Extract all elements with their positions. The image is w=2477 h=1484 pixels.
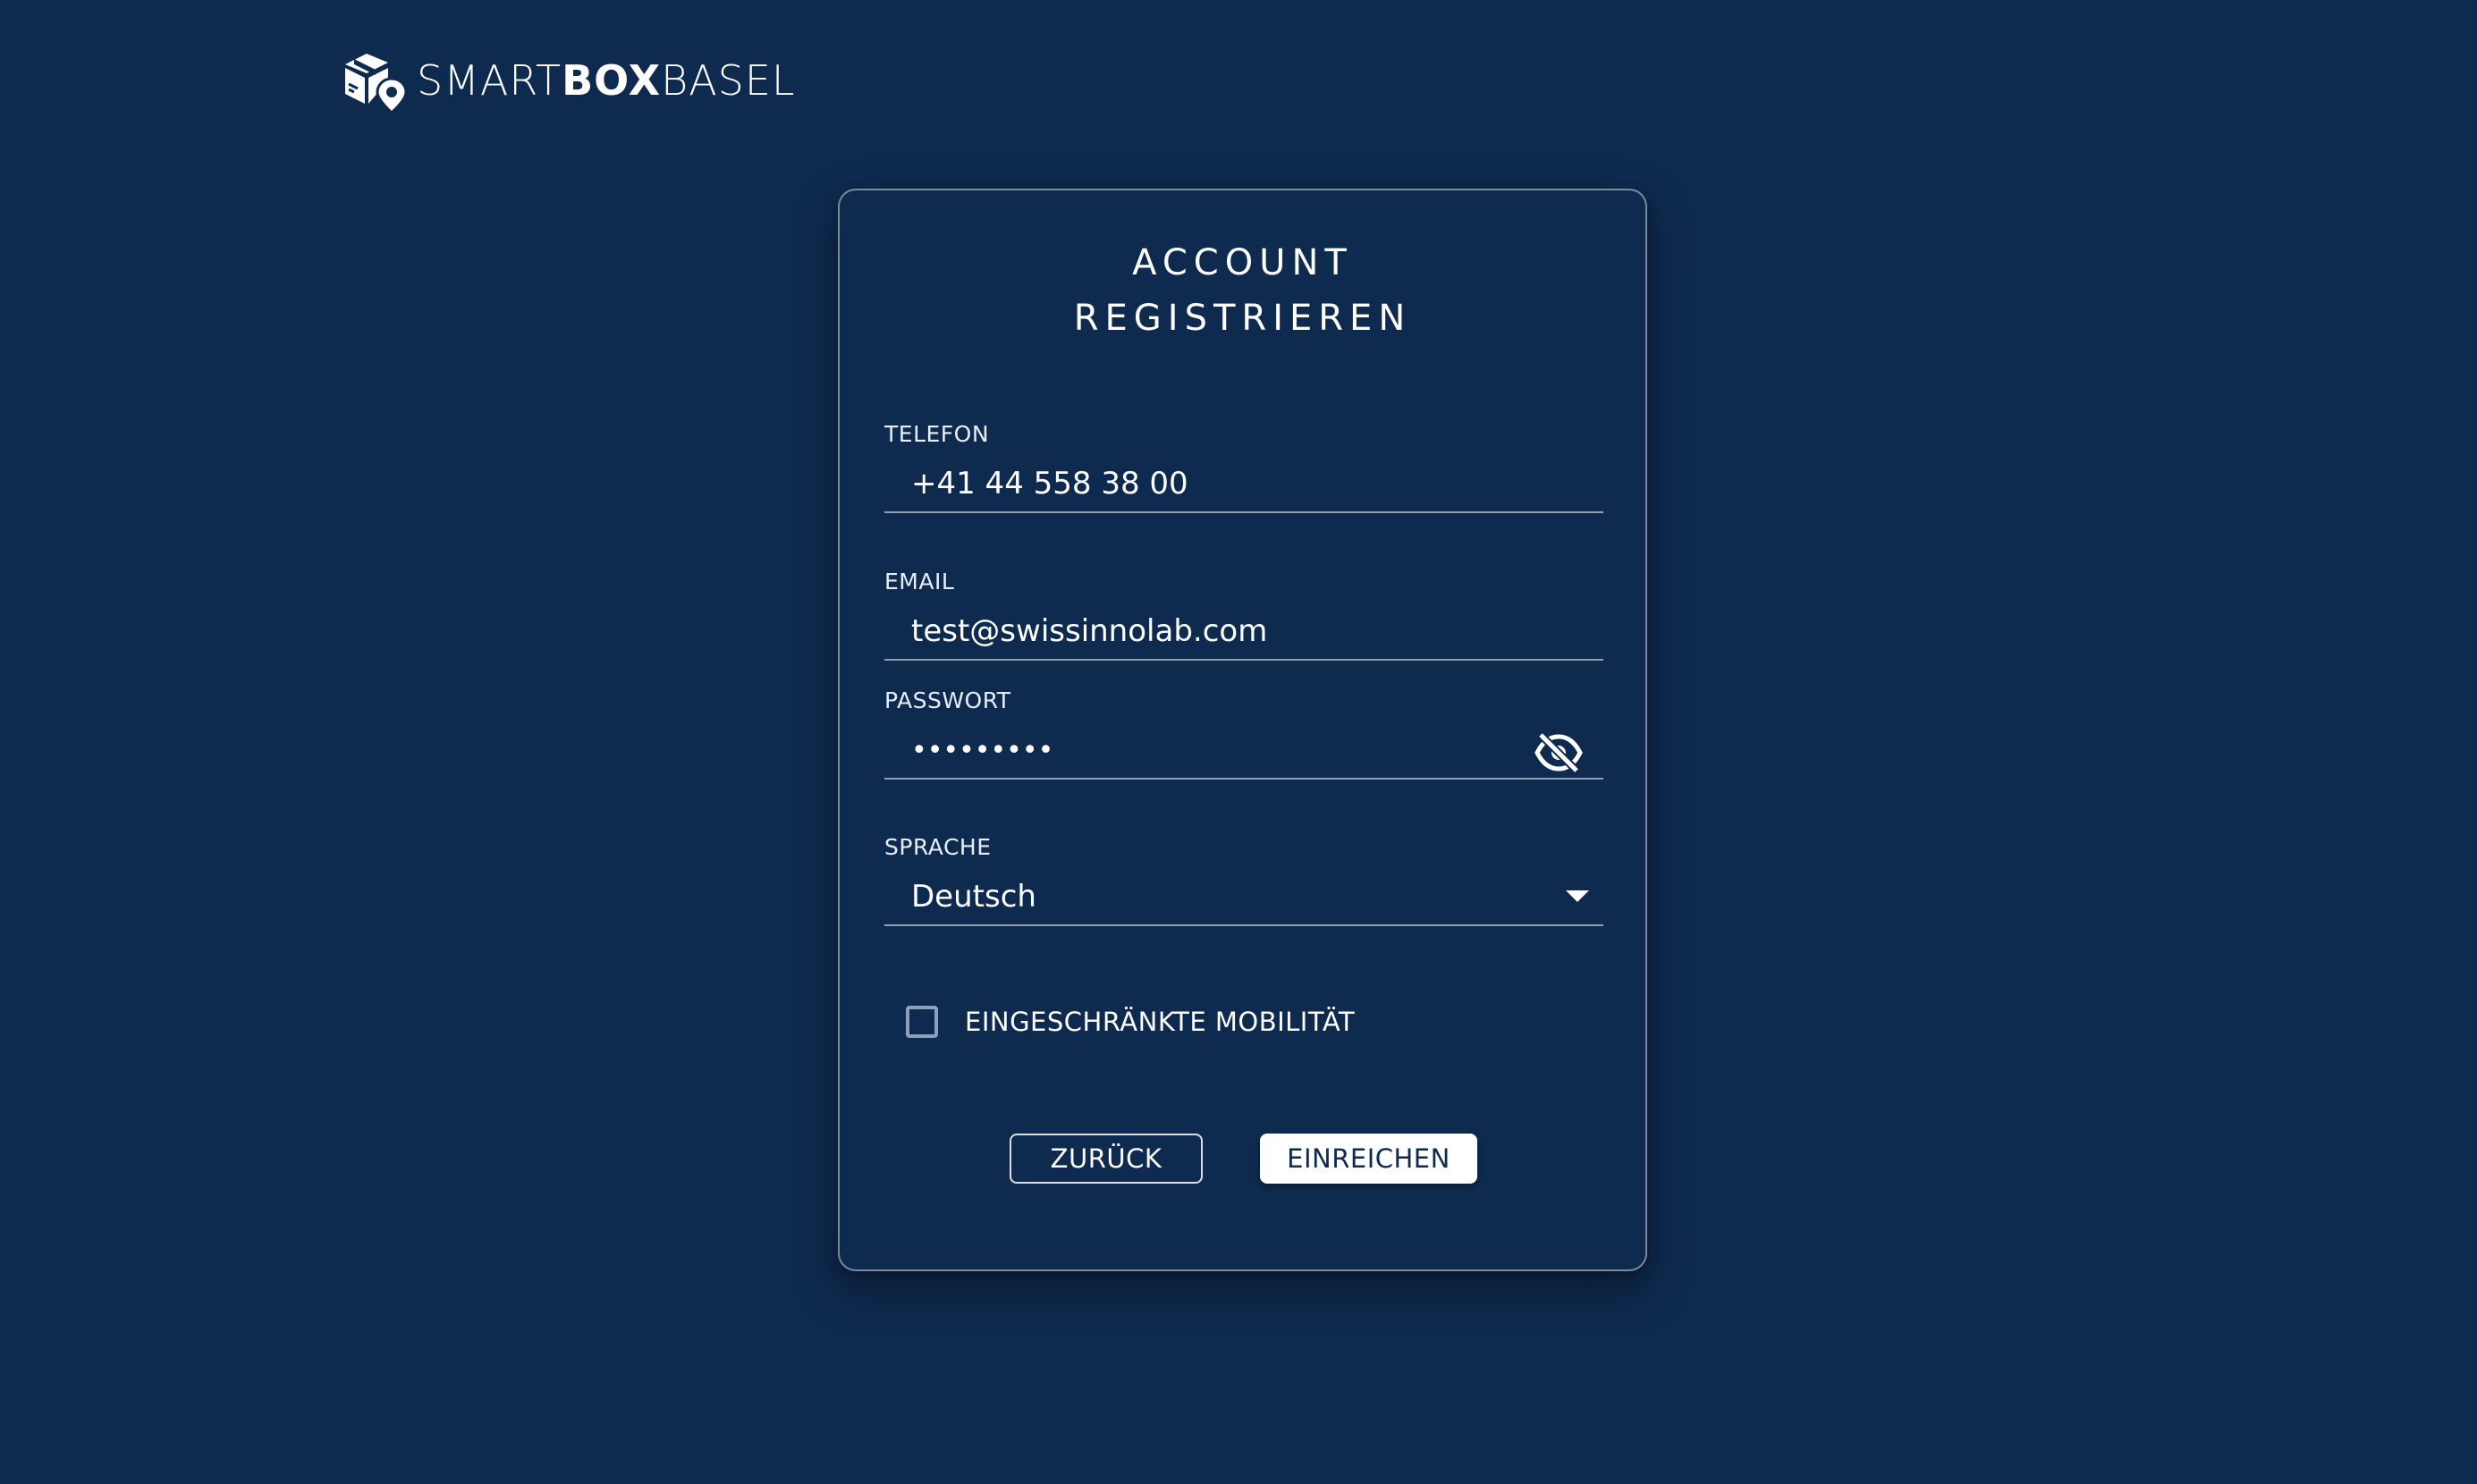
telefon-label: TELEFON (884, 421, 990, 447)
brand-name-part3: BASEL (661, 56, 796, 105)
registration-card: ACCOUNT REGISTRIEREN TELEFON +41 44 558 … (838, 189, 1647, 1271)
card-title-line2: REGISTRIEREN (1073, 298, 1412, 339)
mobility-option: EINGESCHRÄNKTE MOBILITÄT (906, 1006, 1355, 1038)
card-title-line1: ACCOUNT (1132, 242, 1353, 283)
telefon-field: TELEFON +41 44 558 38 00 (884, 421, 1603, 513)
password-input[interactable]: ••••••••• (884, 722, 1603, 780)
page: SMARTBOXBASEL ACCOUNT REGISTRIEREN TELEF… (0, 0, 2477, 1484)
brand-name-part1: SMART (417, 56, 562, 105)
telefon-input[interactable]: +41 44 558 38 00 (884, 456, 1603, 513)
submit-button[interactable]: EINREICHEN (1260, 1134, 1477, 1184)
brand-name-part2: BOX (562, 56, 662, 105)
password-label: PASSWORT (884, 687, 1011, 713)
card-title: ACCOUNT REGISTRIEREN (840, 235, 1645, 346)
back-button[interactable]: ZURÜCK (1010, 1134, 1203, 1184)
box-location-icon (345, 54, 408, 114)
language-selected-value: Deutsch (911, 879, 1036, 915)
telefon-value: +41 44 558 38 00 (911, 466, 1188, 502)
chevron-down-icon[interactable] (1566, 890, 1589, 902)
password-masked-value: ••••••••• (911, 734, 1054, 766)
mobility-checkbox[interactable] (906, 1006, 938, 1038)
brand-logo[interactable]: SMARTBOXBASEL (340, 45, 796, 116)
language-label: SPRACHE (884, 834, 992, 860)
email-input[interactable]: test@swissinnolab.com (884, 603, 1603, 661)
brand-wordmark: SMARTBOXBASEL (417, 56, 796, 105)
eye-off-icon[interactable] (1534, 731, 1584, 774)
email-value: test@swissinnolab.com (911, 613, 1268, 649)
password-field: PASSWORT ••••••••• (884, 687, 1603, 780)
email-field: EMAIL test@swissinnolab.com (884, 569, 1603, 661)
mobility-label[interactable]: EINGESCHRÄNKTE MOBILITÄT (965, 1007, 1355, 1037)
email-label: EMAIL (884, 569, 955, 594)
language-select[interactable]: Deutsch (884, 869, 1603, 926)
language-field: SPRACHE Deutsch (884, 834, 1603, 926)
